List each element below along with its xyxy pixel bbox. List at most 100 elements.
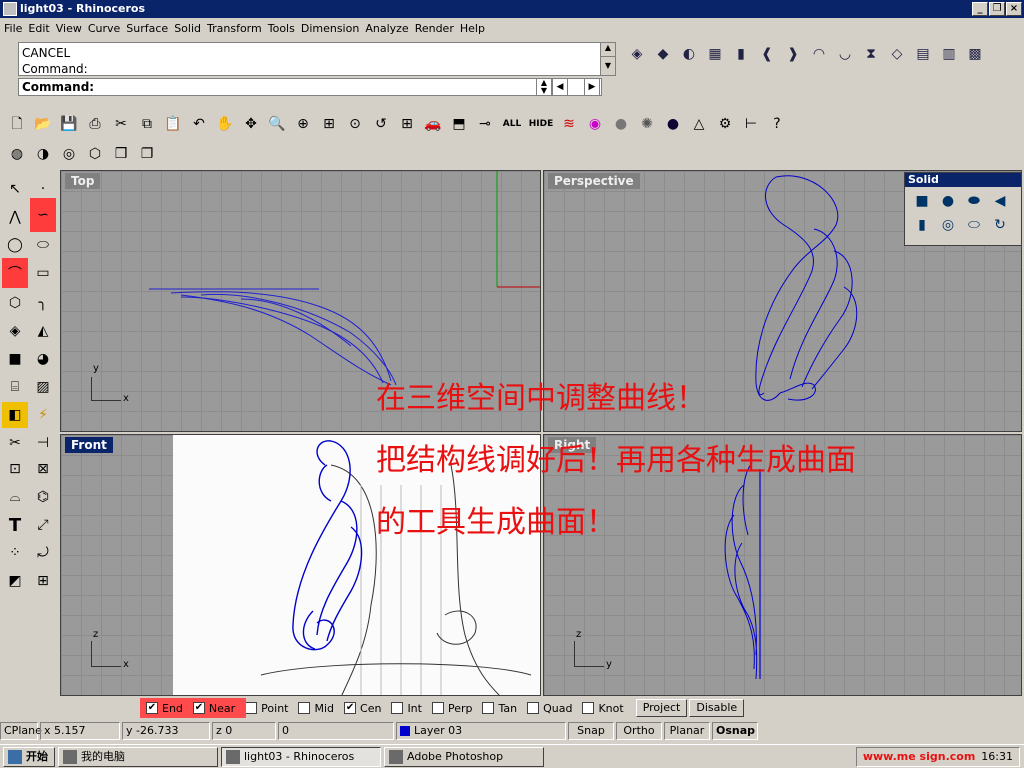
surface-extrude-icon[interactable]: ▮ <box>729 42 753 66</box>
osnap-mid[interactable]: Mid <box>298 702 334 715</box>
car-render-icon[interactable]: 🚗 <box>421 112 445 136</box>
solid-edit-icon[interactable]: ❐ <box>135 142 159 166</box>
viewport-label-front[interactable]: Front <box>65 437 113 453</box>
menu-help[interactable]: Help <box>460 22 491 35</box>
four-view-icon[interactable]: ⊞ <box>395 112 419 136</box>
checkbox-icon[interactable] <box>192 702 205 714</box>
material-sphere-icon[interactable]: ● <box>661 112 685 136</box>
menu-transform[interactable]: Transform <box>207 22 268 35</box>
history-scrollbar[interactable]: ▲ ▼ <box>600 42 616 76</box>
checkbox-icon[interactable] <box>146 702 158 714</box>
osnap-tan[interactable]: Tan <box>482 702 517 715</box>
surface-loft-icon[interactable]: ▦ <box>703 42 727 66</box>
split-icon[interactable]: ⊣ <box>30 430 56 456</box>
lightning-icon[interactable]: ⚡ <box>30 402 56 428</box>
select-arrow-icon[interactable]: ↖ <box>2 176 28 202</box>
spin-icon[interactable]: ▲ ▼ <box>536 78 552 96</box>
surface-grid-icon[interactable]: ▩ <box>963 42 987 66</box>
light-icon[interactable]: △ <box>687 112 711 136</box>
dimension-icon[interactable]: ⊢ <box>739 112 763 136</box>
solid-pipe-icon[interactable]: ↻ <box>988 213 1012 237</box>
zoom-undo-icon[interactable]: ↺ <box>369 112 393 136</box>
scale-icon[interactable]: ⤢ <box>30 512 56 538</box>
taskbar-my-computer[interactable]: 我的电脑 <box>58 746 218 767</box>
solid-cylinder-icon[interactable]: ▮ <box>910 213 934 237</box>
color-wheel-icon[interactable]: ◉ <box>583 112 607 136</box>
menu-dimension[interactable]: Dimension <box>301 22 365 35</box>
extract-surface-icon[interactable]: ❒ <box>109 142 133 166</box>
fillet-icon[interactable]: ⌓ <box>2 484 28 510</box>
surface-rail-icon[interactable]: ◠ <box>807 42 831 66</box>
command-input[interactable]: Command: <box>18 78 602 96</box>
planar-toggle[interactable]: Planar <box>664 722 710 740</box>
surface-corner-icon[interactable]: ◈ <box>625 42 649 66</box>
explode-icon[interactable]: ⊠ <box>30 456 56 482</box>
solid-cone-icon[interactable]: ◀ <box>988 189 1012 213</box>
solid-sphere-icon[interactable]: ● <box>936 189 960 213</box>
boolean-icon[interactable]: ◕ <box>30 346 56 372</box>
project-button[interactable]: Project <box>635 699 688 717</box>
curve-interpolate-icon[interactable]: ⌒ <box>2 258 28 288</box>
checkbox-icon[interactable] <box>482 702 495 714</box>
surface-revolve-icon[interactable]: ◐ <box>677 42 701 66</box>
rectangle-icon[interactable]: ▭ <box>30 260 56 286</box>
menu-file[interactable]: File <box>4 22 28 35</box>
array-icon[interactable]: ⁘ <box>2 540 28 566</box>
osnap-toggle[interactable]: Osnap <box>712 722 758 740</box>
osnap-cen[interactable]: Cen <box>344 702 381 715</box>
render-sphere-icon[interactable]: ✺ <box>635 112 659 136</box>
scroll-up-icon[interactable]: ▲ <box>601 43 615 57</box>
status-layer[interactable]: Layer 03 <box>396 722 566 740</box>
undo-icon[interactable]: ↶ <box>187 112 211 136</box>
text-tool-icon[interactable]: T <box>2 512 28 538</box>
checkbox-icon[interactable] <box>527 702 540 714</box>
restore-button[interactable]: ❐ <box>989 2 1005 16</box>
osnap-point[interactable]: Point <box>245 702 288 715</box>
ortho-toggle[interactable]: Ortho <box>616 722 662 740</box>
analyze-icon[interactable]: ◧ <box>2 402 28 428</box>
surface-network-icon[interactable]: ◡ <box>833 42 857 66</box>
viewport-label-top[interactable]: Top <box>65 173 101 189</box>
cut-icon[interactable]: ✂ <box>109 112 133 136</box>
clock[interactable]: 16:31 <box>981 748 1013 766</box>
surface-patch-icon[interactable]: ⧗ <box>859 42 883 66</box>
checkbox-icon[interactable] <box>431 702 444 714</box>
checkbox-icon[interactable] <box>245 702 258 714</box>
cplane-icon[interactable]: ⬒ <box>447 112 471 136</box>
boolean-difference-icon[interactable]: ◑ <box>31 142 55 166</box>
print-icon[interactable]: ⎙ <box>83 112 107 136</box>
arrow-right-icon[interactable]: ▶ <box>584 78 600 96</box>
polygon-icon[interactable]: ⬡ <box>2 290 28 316</box>
taskbar-rhinoceros[interactable]: light03 - Rhinoceros <box>221 746 381 767</box>
surface-trim-icon[interactable]: ▤ <box>911 42 935 66</box>
surface-split-icon[interactable]: ▥ <box>937 42 961 66</box>
checkbox-icon[interactable] <box>391 702 404 714</box>
hide-button[interactable]: HIDE <box>527 112 555 136</box>
surface-blend-icon[interactable]: ◭ <box>30 318 56 344</box>
menu-curve[interactable]: Curve <box>88 22 126 35</box>
options-gear-icon[interactable]: ⚙ <box>713 112 737 136</box>
osnap-icon[interactable]: ⊸ <box>473 112 497 136</box>
help-icon[interactable]: ? <box>765 112 789 136</box>
arrow-left-icon[interactable]: ◀ <box>552 78 568 96</box>
save-icon[interactable]: 💾 <box>57 112 81 136</box>
taskbar-photoshop[interactable]: Adobe Photoshop <box>384 746 544 767</box>
osnap-perp[interactable]: Perp <box>431 702 472 715</box>
copy-icon[interactable]: ⧉ <box>135 112 159 136</box>
zoom-extents-icon[interactable]: ⊞ <box>317 112 341 136</box>
menu-solid[interactable]: Solid <box>174 22 207 35</box>
show-all-button[interactable]: ALL <box>499 112 525 136</box>
snap-toggle[interactable]: Snap <box>568 722 614 740</box>
menu-view[interactable]: View <box>56 22 88 35</box>
open-file-icon[interactable]: 📂 <box>31 112 55 136</box>
menu-edit[interactable]: Edit <box>28 22 55 35</box>
viewport-label-perspective[interactable]: Perspective <box>548 173 640 189</box>
circle-icon[interactable]: ◯ <box>2 232 28 258</box>
osnap-knot[interactable]: Knot <box>582 702 624 715</box>
checkbox-icon[interactable] <box>344 702 357 714</box>
rotate-view-icon[interactable]: ✥ <box>239 112 263 136</box>
transform-icon[interactable]: ⤾ <box>30 540 56 566</box>
disable-button[interactable]: Disable <box>689 699 745 717</box>
solid-palette-title[interactable]: Solid <box>905 173 1021 187</box>
new-file-icon[interactable]: 🗋 <box>5 112 29 136</box>
